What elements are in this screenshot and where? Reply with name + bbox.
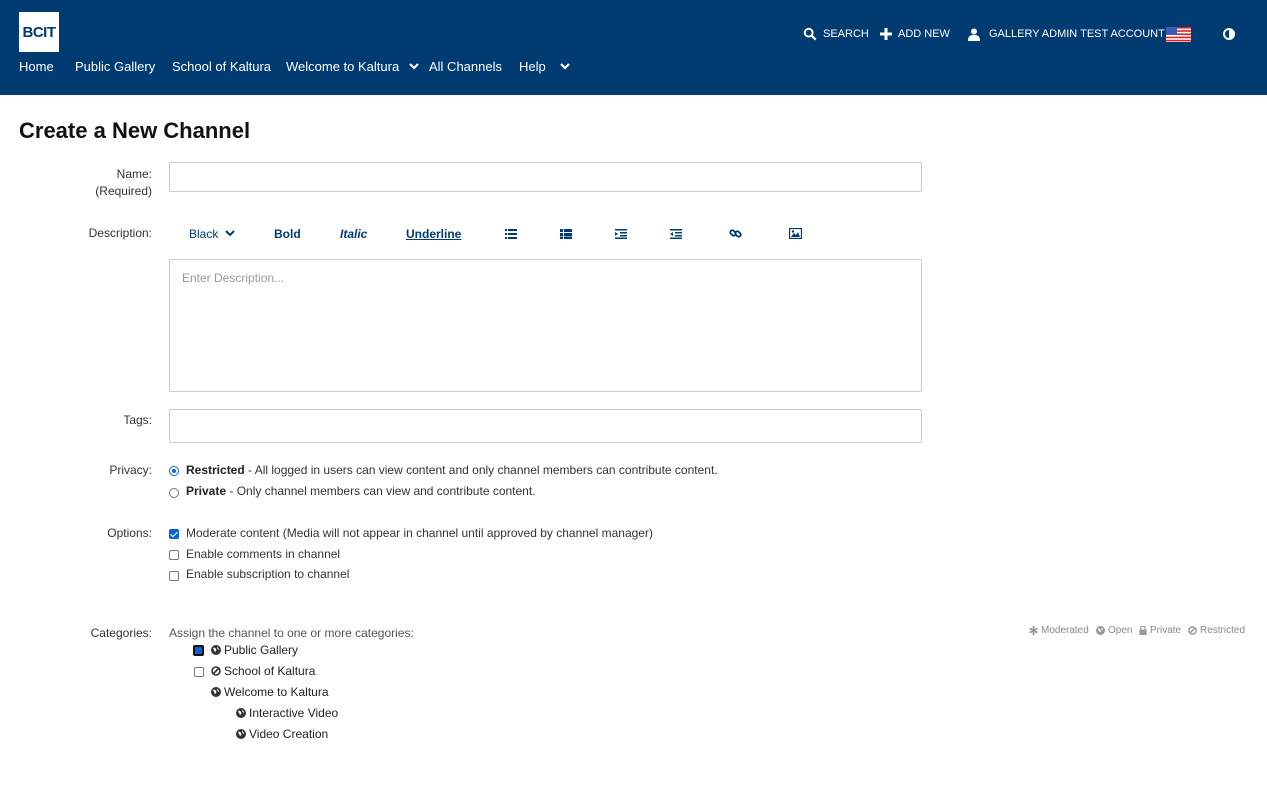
moderate-content-checkbox[interactable] <box>169 529 179 539</box>
account-menu[interactable]: GALLERY ADMIN TEST ACCOUNT <box>968 25 1165 43</box>
plus-icon <box>880 28 892 40</box>
indent-icon <box>670 228 682 239</box>
globe-icon <box>211 645 221 655</box>
globe-icon <box>236 729 246 739</box>
chevron-down-icon <box>225 230 236 237</box>
nav-help[interactable]: Help <box>519 59 570 74</box>
category-school-of-kaltura[interactable]: School of Kaltura <box>211 664 315 678</box>
top-header: BCIT SEARCH ADD NEW GALLERY ADMIN TEST A… <box>0 0 1267 95</box>
user-icon <box>968 28 980 41</box>
privacy-private-radio[interactable] <box>169 488 179 498</box>
globe-icon <box>1096 626 1105 635</box>
category-welcome-to-kaltura: Welcome to Kaltura <box>211 685 329 699</box>
search-icon <box>803 27 817 41</box>
page-title: Create a New Channel <box>19 118 251 143</box>
bullet-list-icon <box>505 228 517 239</box>
restricted-icon <box>211 666 221 676</box>
enable-subscription-checkbox[interactable] <box>169 571 179 581</box>
bcit-logo[interactable]: BCIT <box>19 12 59 52</box>
underline-button[interactable]: Underline <box>406 226 461 241</box>
category-school-of-kaltura-checkbox[interactable] <box>194 667 204 677</box>
tags-input[interactable] <box>169 409 922 443</box>
image-button[interactable] <box>789 226 802 241</box>
enable-comments-checkbox[interactable] <box>169 550 179 560</box>
category-interactive-video: Interactive Video <box>236 706 338 720</box>
options-label: Options: <box>107 526 152 540</box>
enable-subscription-label[interactable]: Enable subscription to channel <box>186 567 349 581</box>
nav-school-of-kaltura[interactable]: School of Kaltura <box>172 59 271 74</box>
italic-button[interactable]: Italic <box>340 226 367 241</box>
privacy-restricted-radio[interactable] <box>169 466 179 476</box>
legend-open: Open <box>1096 625 1132 636</box>
link-button[interactable] <box>729 226 742 241</box>
asterisk-icon <box>1029 626 1038 635</box>
us-flag-icon[interactable] <box>1166 27 1191 42</box>
bullet-list-button[interactable] <box>505 226 517 241</box>
bold-button[interactable]: Bold <box>274 226 301 241</box>
lock-icon <box>1139 626 1147 635</box>
enable-comments-label[interactable]: Enable comments in channel <box>186 547 340 561</box>
nav-welcome-to-kaltura[interactable]: Welcome to Kaltura <box>286 59 419 74</box>
name-input[interactable] <box>169 162 922 192</box>
category-public-gallery-checkbox[interactable] <box>193 645 204 656</box>
category-public-gallery[interactable]: Public Gallery <box>211 643 298 657</box>
categories-label: Categories: <box>90 626 152 640</box>
nav-all-channels[interactable]: All Channels <box>429 59 502 74</box>
outdent-icon <box>615 228 627 239</box>
search-label: SEARCH <box>823 28 869 40</box>
search-button[interactable]: SEARCH <box>803 25 869 43</box>
categories-hint: Assign the channel to one or more catego… <box>169 626 414 640</box>
chevron-down-icon[interactable] <box>559 63 570 70</box>
legend-moderated: Moderated <box>1029 625 1089 636</box>
color-dropdown[interactable]: Black <box>189 226 236 241</box>
tags-label: Tags: <box>123 413 152 427</box>
indent-button[interactable] <box>670 226 682 241</box>
numbered-list-button[interactable] <box>560 226 572 241</box>
contrast-icon[interactable] <box>1223 28 1235 40</box>
name-label: Name: (Required) <box>95 167 152 198</box>
numbered-list-icon <box>560 228 572 239</box>
image-icon <box>789 228 802 239</box>
globe-icon <box>236 708 246 718</box>
account-label: GALLERY ADMIN TEST ACCOUNT <box>989 28 1165 40</box>
category-video-creation: Video Creation <box>236 727 328 741</box>
legend-restricted: Restricted <box>1188 625 1245 636</box>
add-new-button[interactable]: ADD NEW <box>880 25 950 43</box>
link-icon <box>729 229 742 238</box>
restricted-icon <box>1188 626 1197 635</box>
chevron-down-icon[interactable] <box>409 63 419 70</box>
add-new-label: ADD NEW <box>898 28 950 40</box>
privacy-restricted-option[interactable]: Restricted - All logged in users can vie… <box>186 463 718 477</box>
globe-icon <box>211 687 221 697</box>
legend-private: Private <box>1139 625 1181 636</box>
privacy-label: Privacy: <box>109 463 152 477</box>
nav-home[interactable]: Home <box>19 59 54 74</box>
outdent-button[interactable] <box>615 226 627 241</box>
privacy-private-option[interactable]: Private - Only channel members can view … <box>186 484 536 498</box>
description-label: Description: <box>88 226 152 240</box>
description-placeholder: Enter Description... <box>182 271 285 285</box>
nav-public-gallery[interactable]: Public Gallery <box>75 59 155 74</box>
moderate-content-label[interactable]: Moderate content (Media will not appear … <box>186 526 653 540</box>
